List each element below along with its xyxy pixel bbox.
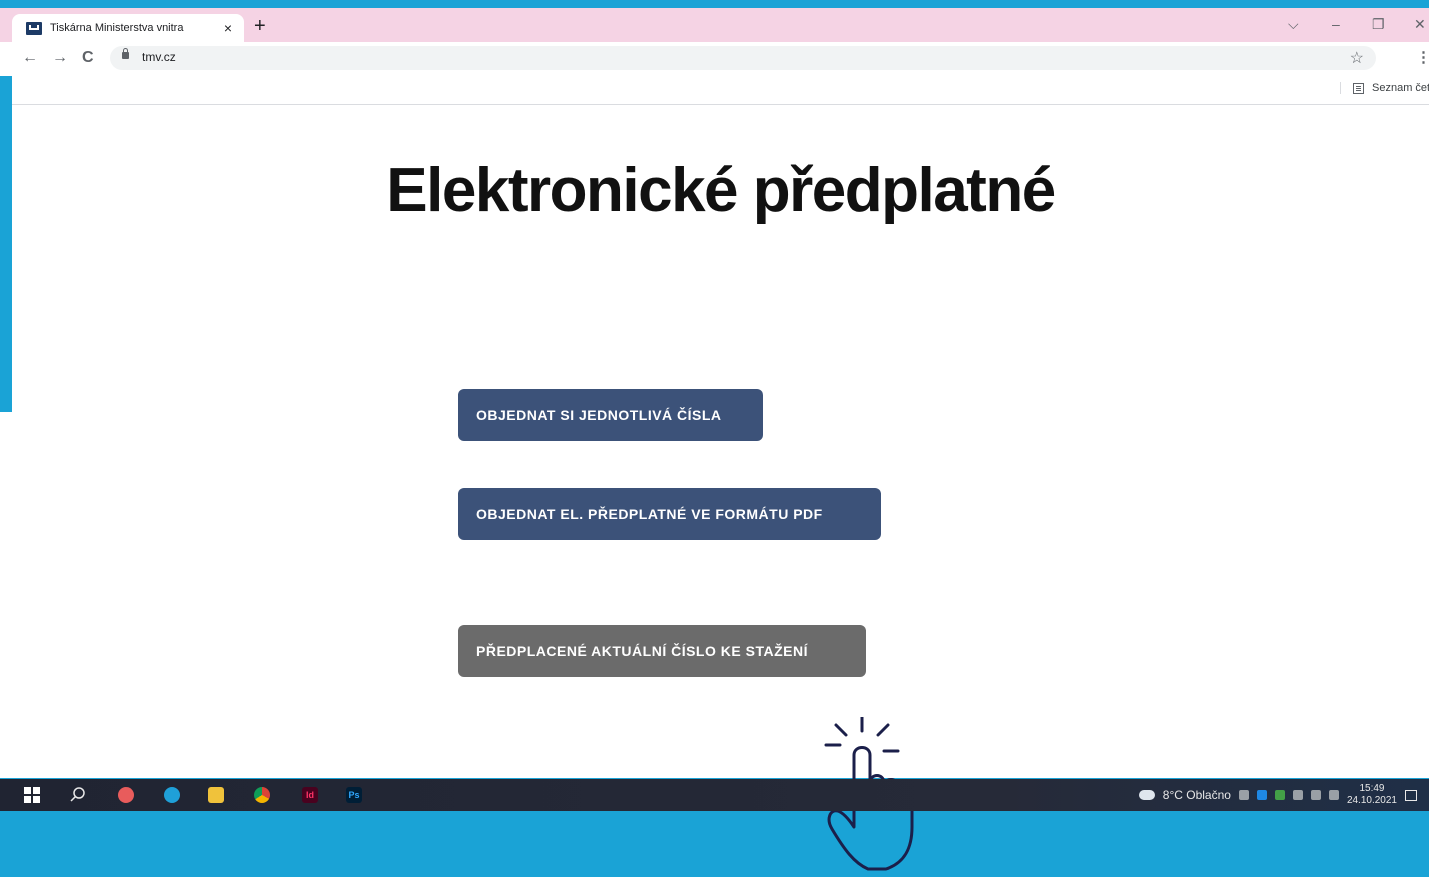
web-page: Elektronické předplatné OBJEDNAT SI JEDN… bbox=[12, 105, 1429, 871]
tab-strip: Tiskárna Ministerstva vnitra × + ⌵ – ❐ ✕ bbox=[0, 8, 1429, 42]
clock-time: 15:49 bbox=[1359, 783, 1385, 794]
clock-date: 24.10.2021 bbox=[1346, 795, 1397, 806]
address-bar[interactable]: tmv.cz ☆ bbox=[110, 46, 1376, 70]
order-pdf-subscription-button[interactable]: OBJEDNAT EL. PŘEDPLATNÉ VE FORMÁTU PDF bbox=[458, 488, 881, 540]
system-tray: 8°C Oblačno 15:49 24.10.2021 bbox=[1138, 779, 1417, 811]
maximize-button[interactable]: ❐ bbox=[1372, 14, 1385, 34]
paint-icon[interactable] bbox=[118, 787, 134, 803]
tab-title: Tiskárna Ministerstva vnitra bbox=[50, 22, 184, 34]
new-tab-button[interactable]: + bbox=[254, 16, 266, 36]
clock[interactable]: 15:49 24.10.2021 bbox=[1347, 783, 1397, 807]
notifications-icon[interactable] bbox=[1405, 789, 1417, 801]
bookmark-star-icon[interactable]: ☆ bbox=[1350, 48, 1364, 68]
start-button[interactable] bbox=[24, 787, 40, 803]
photoshop-icon[interactable]: Ps bbox=[346, 787, 362, 803]
tab-search-icon[interactable]: ⌵ bbox=[1288, 14, 1299, 34]
windows-taskbar: Id Ps 8°C Oblačno 15:49 24.10.2021 bbox=[0, 779, 1429, 811]
battery-icon[interactable] bbox=[1292, 790, 1303, 800]
url-text[interactable]: tmv.cz bbox=[142, 50, 176, 64]
weather-text[interactable]: 8°C Oblačno bbox=[1163, 788, 1231, 802]
browser-menu-icon[interactable]: ⋮ bbox=[1416, 48, 1429, 66]
edge-icon[interactable] bbox=[164, 787, 180, 803]
bookmarks-bar: Seznam četby bbox=[12, 76, 1429, 105]
browser-tab[interactable]: Tiskárna Ministerstva vnitra × bbox=[12, 14, 244, 42]
close-tab-icon[interactable]: × bbox=[220, 20, 236, 36]
close-window-button[interactable]: ✕ bbox=[1414, 14, 1426, 34]
file-explorer-icon[interactable] bbox=[208, 787, 224, 803]
volume-icon[interactable] bbox=[1328, 790, 1339, 800]
network-icon[interactable] bbox=[1310, 790, 1321, 800]
link-icon[interactable] bbox=[1238, 790, 1249, 800]
reading-list-icon bbox=[1353, 82, 1364, 94]
search-icon[interactable] bbox=[70, 787, 86, 803]
forward-button[interactable]: → bbox=[52, 48, 68, 68]
reading-list-button[interactable]: Seznam četby bbox=[1340, 82, 1429, 94]
security-icon[interactable] bbox=[1274, 790, 1285, 800]
site-favicon-icon bbox=[26, 21, 42, 35]
frame-gap bbox=[0, 412, 12, 778]
order-single-issues-button[interactable]: OBJEDNAT SI JEDNOTLIVÁ ČÍSLA bbox=[458, 389, 763, 441]
chrome-icon[interactable] bbox=[254, 787, 270, 803]
minimize-button[interactable]: – bbox=[1332, 14, 1340, 34]
indesign-icon[interactable]: Id bbox=[302, 787, 318, 803]
back-button[interactable]: ← bbox=[22, 48, 38, 68]
teamviewer-icon[interactable] bbox=[1256, 790, 1267, 800]
reload-button[interactable]: C bbox=[82, 48, 94, 68]
download-current-issue-button[interactable]: PŘEDPLACENÉ AKTUÁLNÍ ČÍSLO KE STAŽENÍ bbox=[458, 625, 866, 677]
cloud-icon bbox=[1138, 790, 1155, 800]
lock-icon bbox=[122, 48, 129, 59]
page-title: Elektronické předplatné bbox=[386, 156, 1056, 225]
browser-toolbar: ← → C tmv.cz ☆ ⋮ bbox=[0, 42, 1429, 76]
reading-list-label: Seznam četby bbox=[1372, 82, 1429, 94]
